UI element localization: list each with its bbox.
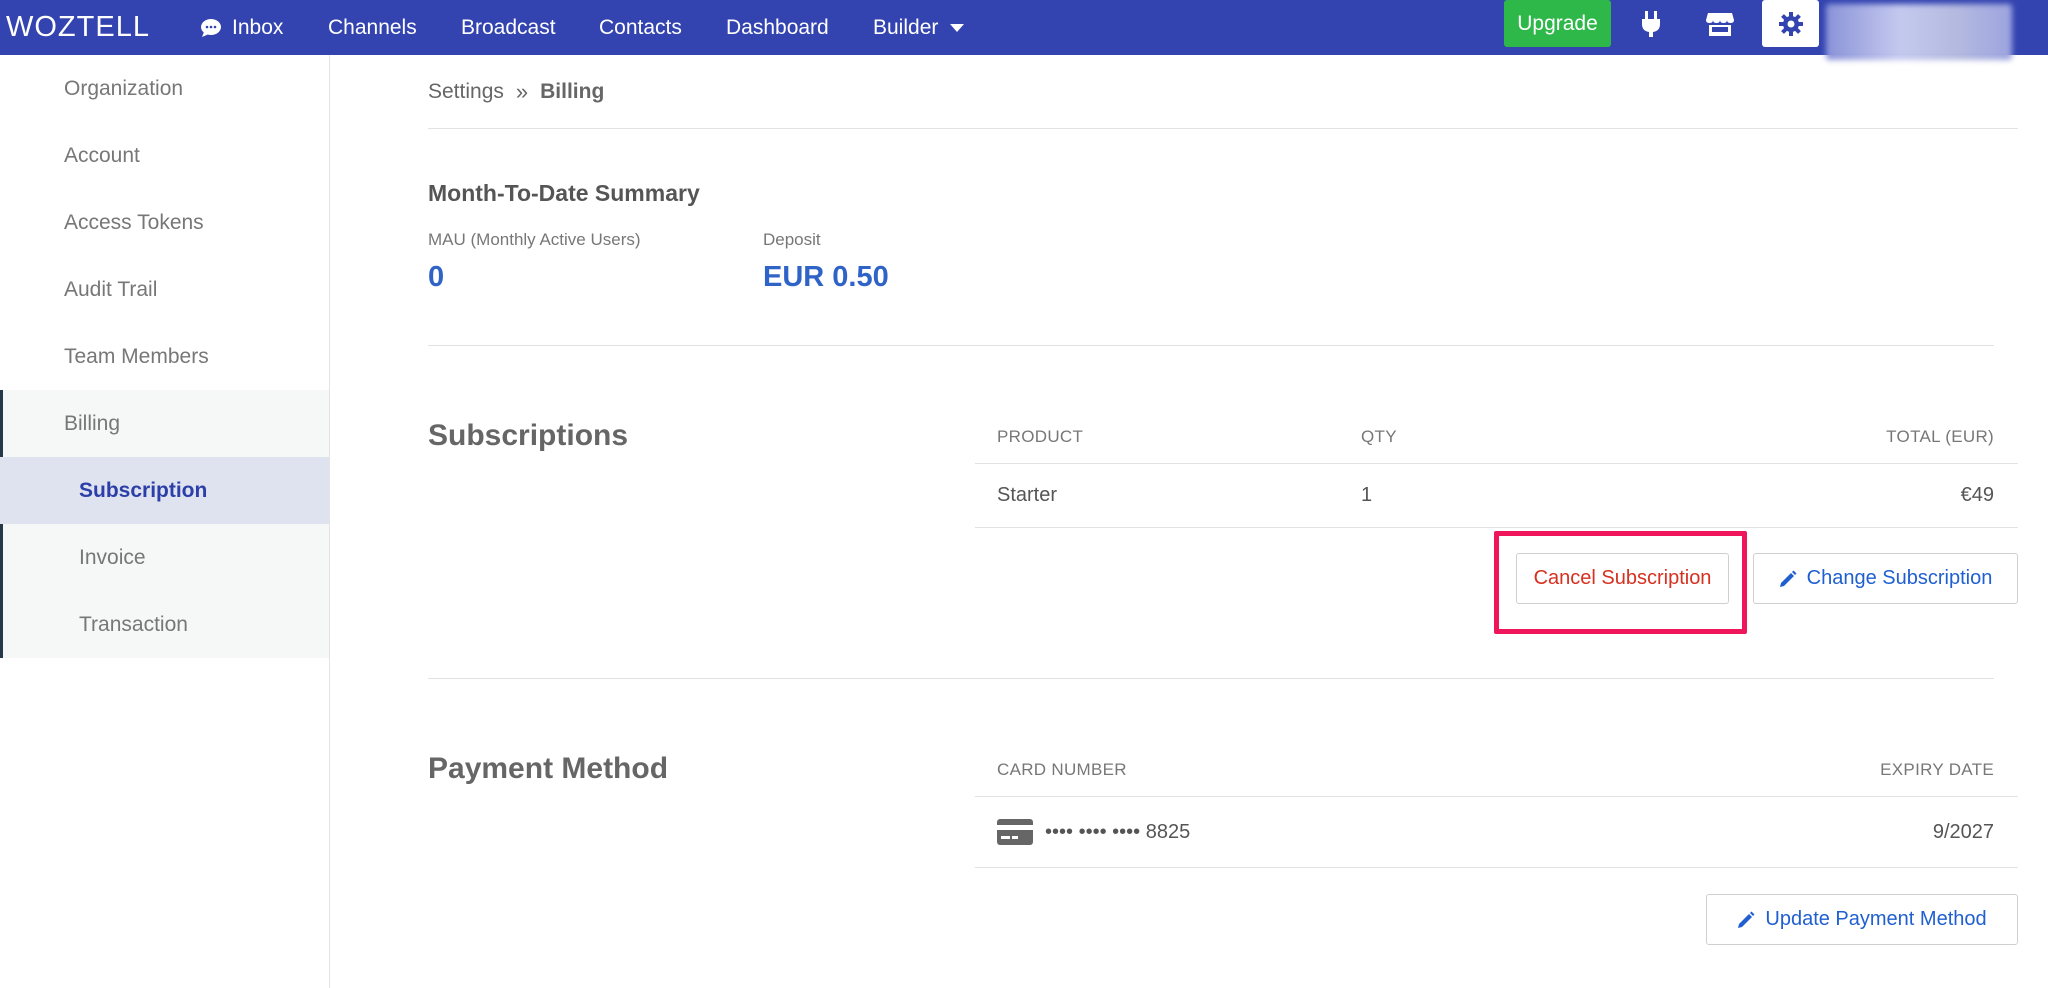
gear-icon: [1778, 11, 1803, 36]
card-number-cell: •••• •••• •••• 8825: [997, 819, 1190, 845]
nav-dashboard-label: Dashboard: [726, 15, 829, 39]
breadcrumb-settings-link[interactable]: Settings: [428, 80, 504, 104]
sidebar-item-audit-trail[interactable]: Audit Trail: [0, 256, 329, 323]
deposit-label: Deposit: [763, 230, 821, 249]
sidebar-item-organization[interactable]: Organization: [0, 55, 329, 122]
row-divider: [975, 867, 2018, 868]
row-divider: [975, 463, 2018, 464]
nav-channels-label: Channels: [328, 15, 417, 39]
cancel-subscription-button[interactable]: Cancel Subscription: [1516, 553, 1729, 604]
sidebar-item-transaction[interactable]: Transaction: [0, 591, 329, 658]
update-payment-method-button[interactable]: Update Payment Method: [1706, 894, 2018, 945]
col-header-product: PRODUCT: [997, 427, 1084, 446]
change-subscription-label: Change Subscription: [1806, 567, 1993, 589]
store-icon[interactable]: [1704, 0, 1736, 47]
col-header-card-number: CARD NUMBER: [997, 760, 1127, 779]
total-cell: €49: [1960, 484, 1994, 506]
user-menu-redacted[interactable]: [1826, 4, 2012, 60]
deposit-value: EUR 0.50: [763, 261, 889, 293]
col-header-qty: QTY: [1361, 427, 1397, 446]
pencil-icon: [1779, 570, 1797, 587]
divider: [428, 345, 1994, 346]
subscriptions-title: Subscriptions: [428, 419, 629, 452]
nav-contacts[interactable]: Contacts: [599, 0, 682, 55]
mau-value: 0: [428, 261, 445, 293]
row-divider: [975, 527, 2018, 528]
col-header-total: TOTAL (EUR): [1886, 427, 1994, 446]
expiry-cell: 9/2027: [1932, 821, 1994, 843]
nav-broadcast-label: Broadcast: [461, 15, 556, 39]
nav-contacts-label: Contacts: [599, 15, 682, 39]
nav-builder-label: Builder: [873, 15, 939, 39]
pencil-icon: [1738, 911, 1755, 928]
payment-method-title: Payment Method: [428, 752, 669, 785]
product-cell: Starter: [997, 484, 1058, 506]
nav-inbox[interactable]: Inbox: [200, 0, 283, 55]
settings-button[interactable]: [1762, 0, 1819, 47]
woztell-logo[interactable]: WOZTELL: [6, 11, 196, 44]
card-number-value: •••• •••• •••• 8825: [1045, 820, 1191, 843]
summary-title: Month-To-Date Summary: [428, 180, 700, 206]
change-subscription-button[interactable]: Change Subscription: [1753, 553, 2018, 604]
nav-broadcast[interactable]: Broadcast: [461, 0, 556, 55]
sidebar-item-invoice[interactable]: Invoice: [0, 524, 329, 591]
sidebar-billing-group: Billing Subscription Invoice Transaction: [0, 390, 329, 658]
nav-inbox-label: Inbox: [232, 15, 284, 39]
chat-bubble-icon: [201, 18, 221, 37]
nav-dashboard[interactable]: Dashboard: [726, 0, 829, 55]
divider: [428, 678, 1994, 679]
col-header-expiry: EXPIRY DATE: [1880, 760, 1994, 779]
top-navigation-bar: WOZTELL Inbox Channels Broadcast Contact…: [0, 0, 2048, 60]
row-divider: [975, 796, 2018, 797]
sidebar-item-account[interactable]: Account: [0, 122, 329, 189]
double-chevron-right-icon: »: [515, 79, 529, 104]
settings-sidebar: Organization Account Access Tokens Audit…: [0, 55, 330, 988]
plug-icon[interactable]: [1636, 0, 1666, 47]
mau-label: MAU (Monthly Active Users): [428, 230, 641, 249]
sidebar-item-billing[interactable]: Billing: [0, 390, 329, 457]
sidebar-item-subscription[interactable]: Subscription: [0, 457, 329, 524]
update-payment-method-label: Update Payment Method: [1765, 908, 1987, 930]
breadcrumb-current: Billing: [540, 80, 605, 103]
nav-channels[interactable]: Channels: [328, 0, 417, 55]
upgrade-button[interactable]: Upgrade: [1504, 0, 1611, 47]
sidebar-item-team-members[interactable]: Team Members: [0, 323, 329, 390]
sidebar-item-access-tokens[interactable]: Access Tokens: [0, 189, 329, 256]
credit-card-icon: [997, 819, 1033, 845]
qty-cell: 1: [1361, 484, 1373, 506]
divider: [428, 128, 2018, 129]
nav-builder[interactable]: Builder: [873, 0, 965, 55]
breadcrumb: Settings » Billing: [428, 79, 604, 105]
chevron-down-icon: [950, 23, 965, 32]
